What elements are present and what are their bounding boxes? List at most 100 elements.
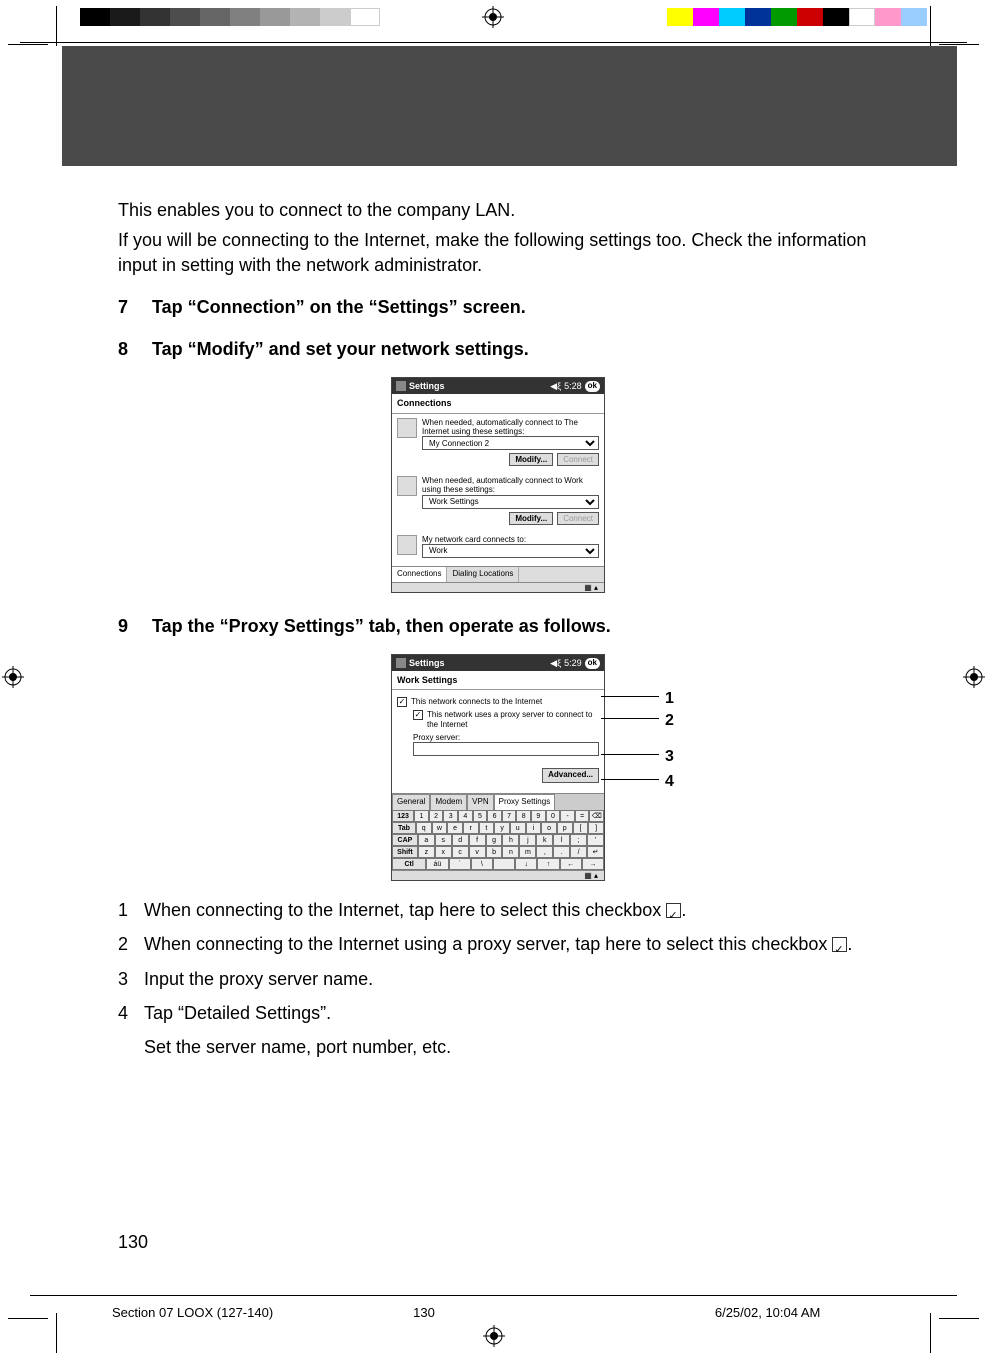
page-number: 130 — [118, 1232, 148, 1253]
step-number: 9 — [118, 614, 152, 638]
pda-time: 5:28 — [564, 380, 582, 392]
key[interactable]: a — [418, 834, 435, 846]
key[interactable]: . — [553, 846, 570, 858]
key[interactable]: ; — [570, 834, 587, 846]
tab-vpn[interactable]: VPN — [467, 794, 493, 810]
tab-general[interactable]: General — [392, 794, 430, 810]
key[interactable]: 8 — [516, 810, 531, 822]
modify-button[interactable]: Modify... — [509, 512, 553, 525]
callout-2: 2 — [665, 710, 674, 732]
key[interactable]: w — [432, 822, 448, 834]
tab-modem[interactable]: Modem — [430, 794, 467, 810]
proxy-server-input[interactable] — [413, 742, 599, 756]
key[interactable]: q — [416, 822, 432, 834]
key[interactable]: ← — [560, 858, 582, 870]
connect-button[interactable]: Connect — [557, 453, 599, 466]
key[interactable]: f — [469, 834, 486, 846]
key[interactable]: ↓ — [515, 858, 537, 870]
key[interactable]: k — [536, 834, 553, 846]
callout-line — [601, 696, 659, 697]
key[interactable]: z — [418, 846, 435, 858]
key[interactable]: 0 — [546, 810, 561, 822]
tab-connections[interactable]: Connections — [392, 567, 447, 582]
key[interactable]: l — [553, 834, 570, 846]
tab-dialing-locations[interactable]: Dialing Locations — [447, 567, 519, 582]
color-bar — [667, 8, 927, 26]
substep-text: When connecting to the Internet, tap her… — [144, 898, 878, 922]
key[interactable] — [493, 858, 515, 870]
key[interactable]: g — [486, 834, 503, 846]
key[interactable]: ] — [588, 822, 604, 834]
network-card-select[interactable]: Work — [422, 544, 599, 558]
key[interactable]: s — [435, 834, 452, 846]
key[interactable]: ↵ — [587, 846, 604, 858]
key[interactable]: ' — [587, 834, 604, 846]
key[interactable]: \ — [471, 858, 493, 870]
connect-button[interactable]: Connect — [557, 512, 599, 525]
key[interactable]: o — [541, 822, 557, 834]
key[interactable]: 7 — [502, 810, 517, 822]
key[interactable]: Shift — [392, 846, 418, 858]
key[interactable]: CAP — [392, 834, 418, 846]
key[interactable]: t — [479, 822, 495, 834]
key[interactable]: r — [463, 822, 479, 834]
checkbox-proxy[interactable]: ✓ — [413, 710, 423, 720]
speaker-icon: ◀ξ — [550, 380, 561, 392]
key[interactable]: Ctl — [392, 858, 426, 870]
sip-bar[interactable]: ▦ ▴ — [392, 870, 604, 880]
internet-settings-select[interactable]: My Connection 2 — [422, 436, 599, 450]
key[interactable]: Tab — [392, 822, 416, 834]
checkbox-icon — [666, 903, 681, 918]
checkbox-internet[interactable]: ✓ — [397, 697, 407, 707]
key[interactable]: b — [486, 846, 503, 858]
substep-text: Input the proxy server name. — [144, 967, 878, 991]
callout-3: 3 — [665, 746, 674, 768]
key[interactable]: j — [519, 834, 536, 846]
key[interactable]: [ — [573, 822, 589, 834]
screenshot-connections: Settings ◀ξ5:28ok Connections When neede… — [391, 377, 605, 592]
modify-button[interactable]: Modify... — [509, 453, 553, 466]
key[interactable]: 3 — [443, 810, 458, 822]
key[interactable]: c — [452, 846, 469, 858]
tab-proxy-settings[interactable]: Proxy Settings — [494, 794, 556, 810]
key[interactable]: y — [494, 822, 510, 834]
step-number: 7 — [118, 295, 152, 319]
key[interactable]: = — [575, 810, 590, 822]
key[interactable]: i — [526, 822, 542, 834]
footer-section: Section 07 LOOX (127-140) — [112, 1305, 273, 1320]
key[interactable]: v — [469, 846, 486, 858]
work-connect-label: When needed, automatically connect to Wo… — [422, 476, 599, 494]
key[interactable]: / — [570, 846, 587, 858]
work-settings-select[interactable]: Work Settings — [422, 495, 599, 509]
key[interactable]: 1 — [414, 810, 429, 822]
key[interactable]: ↑ — [537, 858, 559, 870]
key[interactable]: ⌫ — [589, 810, 604, 822]
key[interactable]: n — [502, 846, 519, 858]
key[interactable]: e — [447, 822, 463, 834]
key[interactable]: h — [502, 834, 519, 846]
key[interactable]: , — [536, 846, 553, 858]
key[interactable]: m — [519, 846, 536, 858]
substep-number: 4 — [118, 1001, 144, 1025]
key[interactable]: d — [452, 834, 469, 846]
intro-paragraph-1: This enables you to connect to the compa… — [118, 198, 878, 222]
key[interactable]: áü — [426, 858, 448, 870]
key[interactable]: x — [435, 846, 452, 858]
key[interactable]: → — [582, 858, 604, 870]
key[interactable]: 9 — [531, 810, 546, 822]
key[interactable]: 123 — [392, 810, 414, 822]
key[interactable]: 2 — [429, 810, 444, 822]
key[interactable]: 6 — [487, 810, 502, 822]
key[interactable]: p — [557, 822, 573, 834]
key[interactable]: - — [560, 810, 575, 822]
key[interactable]: ` — [449, 858, 471, 870]
key[interactable]: 4 — [458, 810, 473, 822]
key[interactable]: u — [510, 822, 526, 834]
key[interactable]: 5 — [473, 810, 488, 822]
sip-bar[interactable]: ▦ ▴ — [392, 582, 604, 592]
ok-button[interactable]: ok — [585, 658, 600, 669]
step-text: Tap the “Proxy Settings” tab, then opera… — [152, 614, 878, 638]
advanced-button[interactable]: Advanced... — [542, 768, 599, 783]
ok-button[interactable]: ok — [585, 381, 600, 392]
soft-keyboard[interactable]: 1231234567890-=⌫ Tabqwertyuiop[] CAPasdf… — [392, 810, 604, 870]
